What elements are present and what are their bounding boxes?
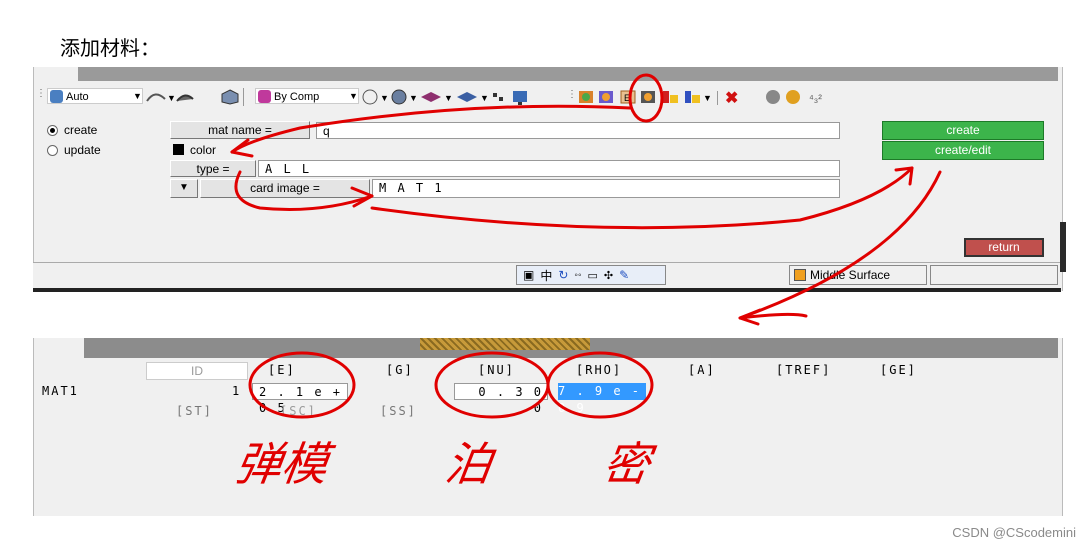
annotation-poisson: 泊 (441, 437, 496, 491)
annotation-arrow-to-create (370, 166, 914, 230)
annotation-circle-rho (546, 351, 654, 419)
annotation-arrow-to-name (230, 104, 632, 154)
watermark: CSDN @CScodemini (952, 525, 1076, 540)
annotation-arrow-card-image (234, 170, 374, 211)
annotation-arrowhead (738, 308, 808, 326)
annotation-arrowhead (350, 186, 374, 208)
annotation-circle-material-icon (628, 73, 664, 123)
annotation-arrow-to-card (738, 170, 942, 320)
annotation-modulus: 弹模 (231, 437, 332, 491)
annotation-overlay (230, 73, 942, 419)
annotation-density: 密 (599, 437, 654, 491)
annotation-circle-e (248, 351, 356, 419)
annotation-circle-nu (434, 351, 550, 419)
